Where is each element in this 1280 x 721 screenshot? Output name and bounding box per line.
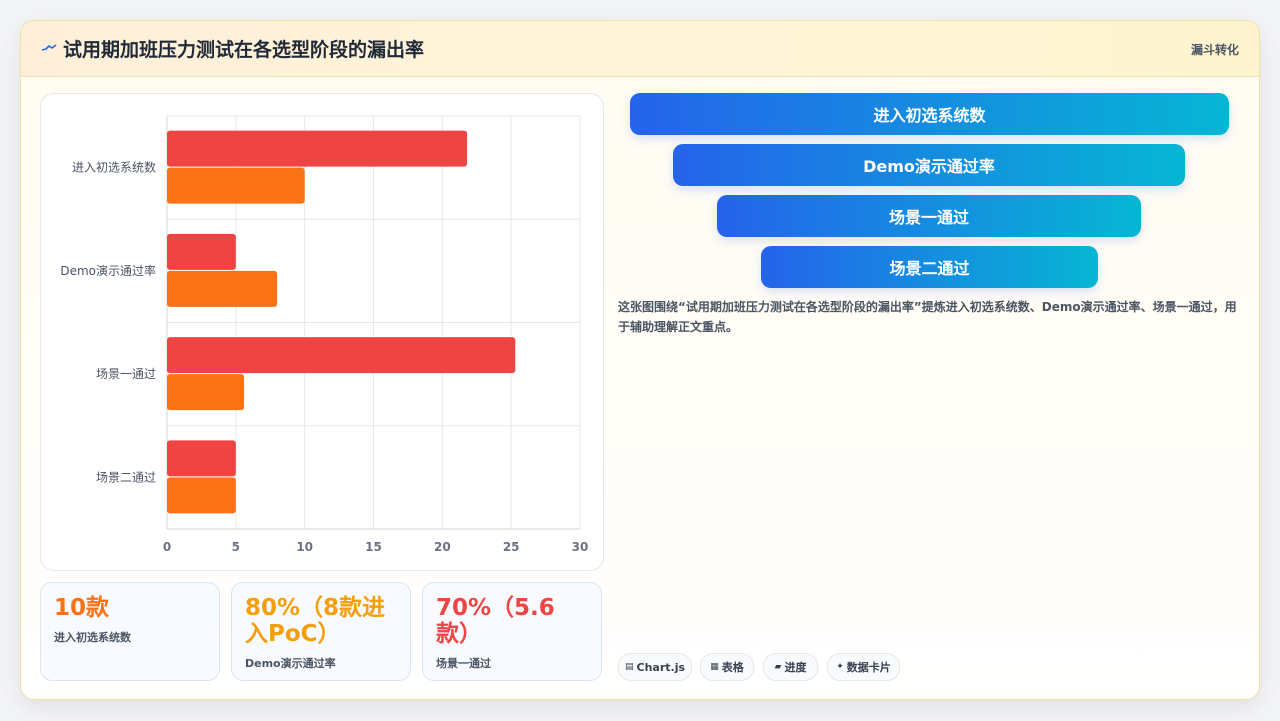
bar xyxy=(167,270,278,307)
y-tick-label: 场景一通过 xyxy=(96,367,156,381)
x-tick-label: 0 xyxy=(163,540,171,554)
x-tick-label: 5 xyxy=(232,540,240,554)
x-tick-label: 25 xyxy=(503,540,520,554)
kpi-label: 场景一通过 xyxy=(436,657,491,670)
x-tick-label: 10 xyxy=(296,540,313,554)
bar xyxy=(167,477,236,514)
chip-chartjs[interactable]: ▤ Chart.js xyxy=(618,653,692,681)
kpi-value: 10款 xyxy=(54,595,110,621)
bar xyxy=(167,233,236,270)
x-tick-label: 15 xyxy=(365,540,382,554)
chip-label: 表格 xyxy=(721,661,744,674)
bar xyxy=(167,167,305,204)
y-tick-label: Demo演示通过率 xyxy=(60,263,156,278)
chip-table[interactable]: ▦ 表格 xyxy=(700,653,754,681)
x-tick-label: 20 xyxy=(434,540,451,554)
card-header: 试用期加班压力测试在各选型阶段的漏出率 漏斗转化 xyxy=(21,21,1259,77)
kpi-card-2: 80%（8款进入PoC） Demo演示通过率 xyxy=(231,582,411,681)
bar xyxy=(167,374,245,411)
chart-icon: ▤ xyxy=(624,662,634,672)
bar-chart: 0 5 10 15 20 25 30 进入初选系统数 Demo演示通过率场景一通过场景二通过 xyxy=(40,93,604,571)
bar xyxy=(167,130,468,167)
chip-datacard[interactable]: ✦ 数据卡片 xyxy=(827,653,900,681)
funnel-stage-4: 场景二通过 xyxy=(761,246,1098,288)
y-tick-label: 场景二通过 xyxy=(96,470,156,484)
funnel-tag: 漏斗转化 xyxy=(1190,43,1239,57)
chip-label: Chart.js xyxy=(636,660,686,674)
chart-description: 这张图围绕“试用期加班压力测试在各选型阶段的漏出率”提炼进入初选系统数、Demo… xyxy=(618,300,1237,334)
kpi-value: 80%（8款进入PoC） xyxy=(245,595,386,647)
chip-label: 进度 xyxy=(784,661,807,674)
kpi-label: 进入初选系统数 xyxy=(54,631,131,644)
chip-label: 数据卡片 xyxy=(846,661,891,674)
funnel-stage-1: 进入初选系统数 xyxy=(630,93,1229,135)
chip-progress[interactable]: ▰ 进度 xyxy=(763,653,818,681)
funnel-stage-2: Demo演示通过率 xyxy=(673,144,1185,186)
bar xyxy=(167,440,236,477)
table-icon: ▦ xyxy=(710,662,719,672)
x-tick-label: 30 xyxy=(572,540,589,554)
pulse-icon xyxy=(41,44,57,51)
bar xyxy=(167,337,516,374)
y-tick-label: 进入初选系统数 xyxy=(72,160,156,175)
kpi-card-3: 70%（5.6款） 场景一通过 xyxy=(422,582,602,681)
chart-canvas: 0 5 10 15 20 25 30 进入初选系统数 Demo演示通过率场景一通过场景二通过 xyxy=(60,115,589,554)
progress-icon: ▰ xyxy=(774,662,782,672)
sparkle-icon: ✦ xyxy=(836,662,844,672)
main-card: 试用期加班压力测试在各选型阶段的漏出率 漏斗转化 0 5 10 15 20 25 30 进入初… xyxy=(20,20,1260,700)
kpi-value: 70%（5.6款） xyxy=(436,595,555,647)
kpi-card-1: 10款 进入初选系统数 xyxy=(40,582,220,681)
kpi-label: Demo演示通过率 xyxy=(245,657,336,670)
funnel-stage-3: 场景一通过 xyxy=(717,195,1141,237)
page-title: 试用期加班压力测试在各选型阶段的漏出率 xyxy=(63,39,425,61)
